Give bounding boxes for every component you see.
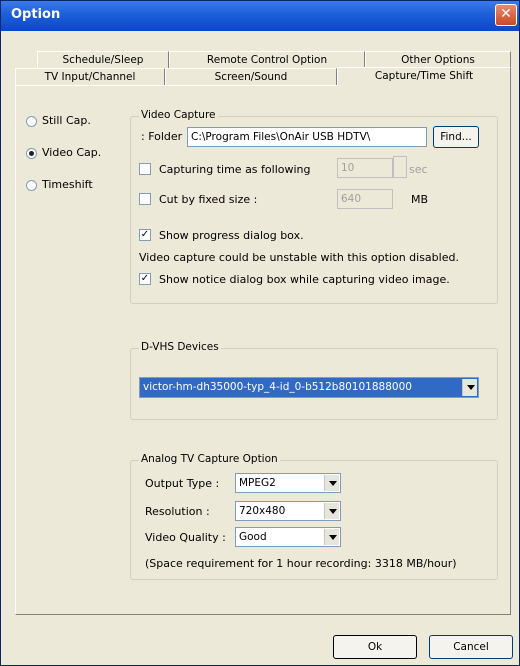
output-type-label: Output Type : [145, 477, 220, 490]
cut-size-unit: MB [411, 193, 429, 206]
quality-label: Video Quality : [145, 531, 226, 544]
cancel-button[interactable]: Cancel [429, 635, 513, 659]
folder-input[interactable]: C:\Program Files\OnAir USB HDTV\ [187, 127, 427, 147]
dvhs-legend: D-VHS Devices [139, 341, 221, 353]
tab-schedule-sleep[interactable]: Schedule/Sleep [37, 51, 169, 68]
timeshift-label: Timeshift [42, 178, 93, 191]
output-type-value: MPEG2 [239, 477, 276, 489]
analog-legend: Analog TV Capture Option [139, 453, 280, 465]
space-note: (Space requirement for 1 hour recording:… [145, 557, 457, 570]
show-progress-checkbox[interactable]: ✓ [139, 229, 151, 241]
dvhs-device-select[interactable]: victor-hm-dh35000-typ_4-id_0-b512b801018… [139, 377, 479, 398]
chevron-down-icon[interactable] [324, 475, 339, 491]
tab-tv-input-channel[interactable]: TV Input/Channel [15, 68, 165, 86]
chevron-down-icon[interactable] [324, 529, 339, 545]
window-title: Option [11, 7, 61, 22]
resolution-label: Resolution : [145, 505, 210, 518]
video-capture-legend: Video Capture [139, 109, 218, 121]
show-notice-label: Show notice dialog box while capturing v… [159, 273, 450, 286]
folder-label: : Folder [141, 130, 183, 143]
cut-size-input[interactable]: 640 [337, 189, 393, 209]
unstable-note: Video capture could be unstable with thi… [139, 251, 459, 264]
analog-capture-group: Analog TV Capture Option Output Type : M… [130, 453, 498, 580]
quality-value: Good [239, 531, 267, 543]
ok-button[interactable]: Ok [333, 635, 417, 659]
video-cap-radio[interactable] [26, 148, 37, 159]
tab-remote-control-option[interactable]: Remote Control Option [169, 51, 365, 68]
chevron-down-icon[interactable] [324, 503, 339, 519]
tab-other-options[interactable]: Other Options [365, 51, 511, 68]
dvhs-group: D-VHS Devices victor-hm-dh35000-typ_4-id… [130, 341, 498, 420]
chevron-down-icon[interactable] [462, 379, 477, 396]
find-button[interactable]: Find... [433, 126, 479, 148]
close-button[interactable]: ✕ [495, 4, 517, 26]
show-progress-label: Show progress dialog box. [159, 229, 304, 242]
resolution-select[interactable]: 720x480 [235, 501, 341, 521]
output-type-select[interactable]: MPEG2 [235, 473, 341, 493]
capture-time-checkbox[interactable] [139, 163, 151, 175]
capture-time-unit: sec [409, 163, 428, 176]
cut-size-checkbox[interactable] [139, 193, 151, 205]
video-capture-group: Video Capture : Folder C:\Program Files\… [130, 109, 498, 304]
capture-time-label: Capturing time as following [159, 163, 311, 176]
cut-size-label: Cut by fixed size : [159, 193, 258, 206]
dvhs-device-value: victor-hm-dh35000-typ_4-id_0-b512b801018… [143, 381, 412, 393]
capture-time-input[interactable]: 10 [337, 158, 393, 178]
quality-select[interactable]: Good [235, 527, 341, 547]
video-cap-label: Video Cap. [42, 146, 102, 159]
resolution-value: 720x480 [239, 505, 286, 517]
capture-time-spinner[interactable] [393, 156, 407, 178]
tab-screen-sound[interactable]: Screen/Sound [165, 68, 337, 86]
title-bar[interactable]: Option ✕ [1, 1, 519, 31]
tab-panel: Still Cap. Video Cap. Timeshift Video Ca… [15, 85, 511, 615]
tab-capture-time-shift[interactable]: Capture/Time Shift [337, 67, 511, 86]
still-cap-radio[interactable] [26, 116, 37, 127]
still-cap-label: Still Cap. [42, 114, 91, 127]
show-notice-checkbox[interactable]: ✓ [139, 273, 151, 285]
timeshift-radio[interactable] [26, 180, 37, 191]
option-dialog: Option ✕ Schedule/Sleep Remote Control O… [0, 0, 520, 666]
